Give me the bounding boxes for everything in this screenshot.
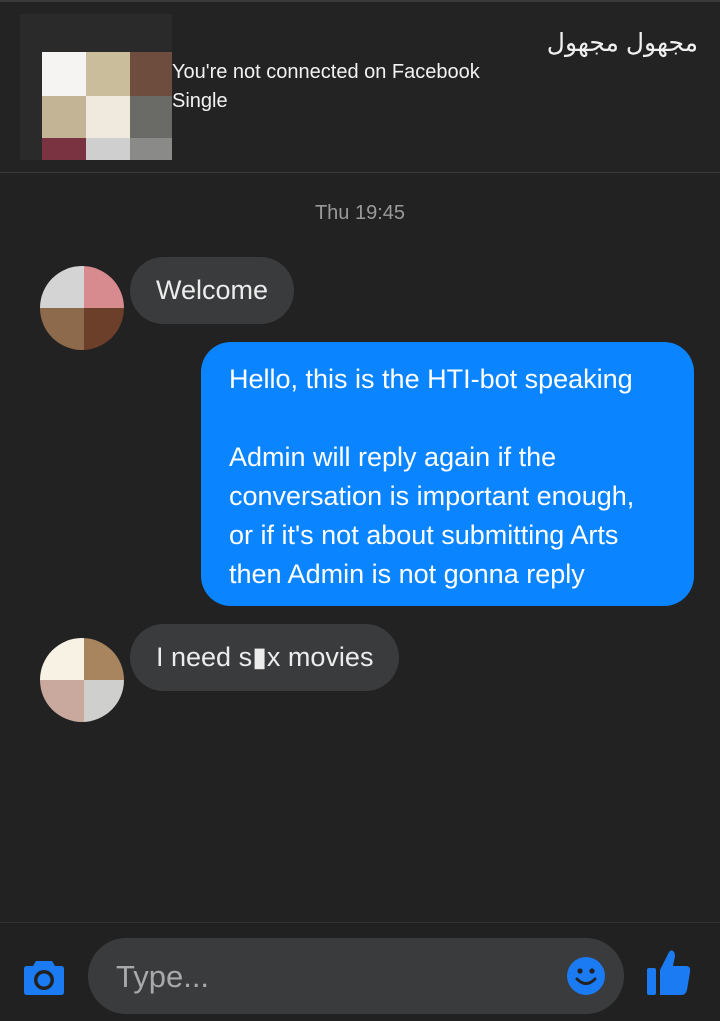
avatar-pixel bbox=[84, 680, 124, 722]
message-input[interactable] bbox=[114, 938, 558, 1016]
avatar-pixel bbox=[84, 308, 124, 350]
incoming-message-bubble[interactable]: Welcome bbox=[130, 257, 295, 324]
header-divider bbox=[0, 0, 720, 2]
avatar-pixel bbox=[84, 266, 124, 308]
camera-icon[interactable] bbox=[22, 957, 66, 997]
avatar-pixel bbox=[84, 638, 124, 680]
avatar-pixel bbox=[40, 266, 84, 308]
message-composer bbox=[0, 922, 720, 1021]
avatar-pixel bbox=[40, 308, 84, 350]
message-timestamp: Thu 19:45 bbox=[314, 202, 406, 224]
messenger-chat-screen: مجهول مجهول You're not connected on Face… bbox=[0, 0, 720, 1021]
avatar-pixel bbox=[86, 138, 130, 160]
avatar-pixel bbox=[42, 96, 86, 138]
avatar-pixel bbox=[42, 52, 86, 96]
sender-avatar[interactable] bbox=[40, 266, 124, 350]
thumbs-up-icon[interactable] bbox=[646, 946, 692, 996]
avatar-pixel bbox=[130, 138, 172, 160]
avatar-pixel bbox=[130, 96, 172, 138]
profile-avatar[interactable] bbox=[20, 14, 172, 160]
avatar-pixel bbox=[42, 138, 86, 160]
incoming-message-bubble[interactable]: I need s▮x movies bbox=[130, 624, 400, 691]
conversation-header: مجهول مجهول You're not connected on Face… bbox=[0, 0, 720, 173]
avatar-pixel bbox=[86, 96, 130, 138]
relationship-status: Single bbox=[172, 90, 228, 112]
avatar-pixel bbox=[86, 52, 130, 96]
connection-status: You're not connected on Facebook bbox=[172, 61, 480, 83]
smiley-icon[interactable] bbox=[566, 956, 606, 996]
contact-name[interactable]: مجهول مجهول bbox=[547, 28, 698, 58]
avatar-pixel bbox=[40, 680, 84, 722]
outgoing-message-bubble[interactable]: Hello, this is the HTI-bot speaking Admi… bbox=[201, 342, 694, 606]
message-input-container[interactable] bbox=[88, 938, 624, 1016]
avatar-pixel bbox=[40, 638, 84, 680]
avatar-pixel bbox=[130, 52, 172, 96]
sender-avatar[interactable] bbox=[40, 638, 124, 722]
